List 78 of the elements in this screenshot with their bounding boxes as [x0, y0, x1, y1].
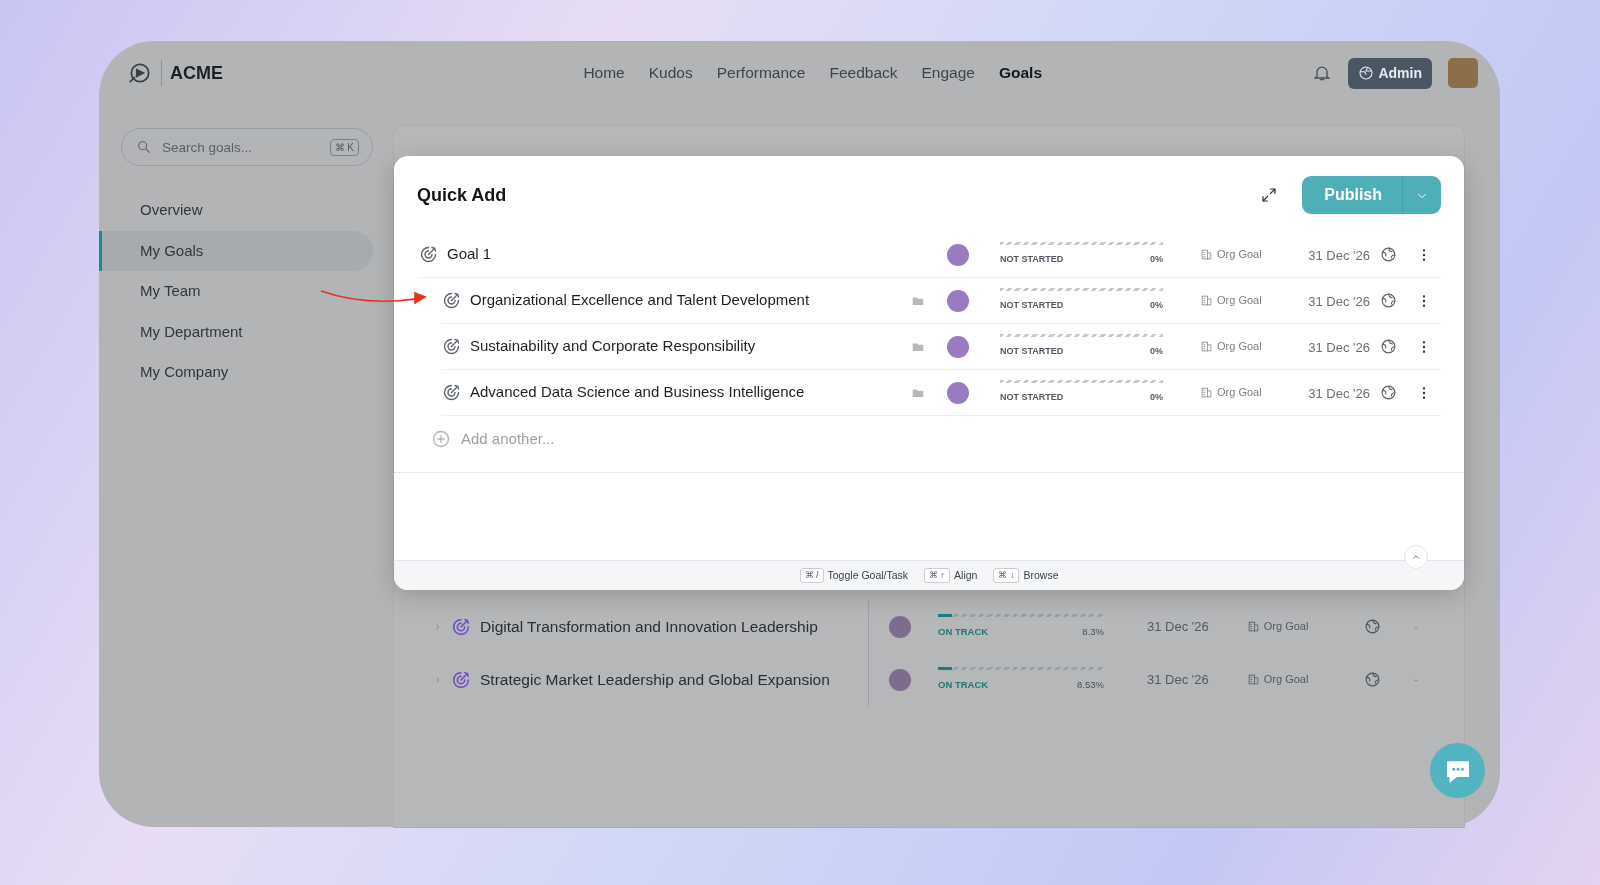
avatar: [947, 381, 969, 404]
building-icon: [1200, 294, 1213, 307]
building-icon: [1246, 620, 1260, 633]
progress-percent: 0%: [1150, 253, 1163, 267]
due-date[interactable]: 31 Dec '26: [1308, 385, 1370, 401]
globe-icon[interactable]: [1379, 384, 1397, 401]
building-icon: [1200, 248, 1213, 261]
nav-link[interactable]: Goals: [998, 61, 1043, 85]
sidebar-item[interactable]: My Company: [99, 352, 373, 393]
goal-type: Org Goal: [1217, 247, 1262, 263]
progress-percent: 8.53%: [1077, 677, 1104, 692]
due-date: 31 Dec '26: [1147, 670, 1209, 689]
goal-type: Org Goal: [1217, 293, 1262, 309]
avatar: [889, 615, 911, 638]
status-label: ON TRACK: [938, 677, 989, 692]
globe-icon[interactable]: [1364, 618, 1382, 635]
avatar: [947, 335, 969, 358]
due-date[interactable]: 31 Dec '26: [1308, 339, 1370, 355]
shortcut-key: ⌘ ↓: [993, 567, 1020, 584]
progress-percent: 0%: [1150, 345, 1163, 359]
dialog-title: Quick Add: [417, 183, 507, 207]
goal-title[interactable]: Sustainability and Corporate Responsibility: [470, 335, 756, 358]
goal-title[interactable]: Strategic Market Leadership and Global Expansion: [480, 667, 830, 692]
status-label: NOT STARTED: [1000, 391, 1064, 405]
progress-percent: 8.3%: [1082, 624, 1104, 639]
goal-title[interactable]: Goal 1: [447, 243, 492, 266]
building-icon: [1200, 340, 1213, 353]
sidebar-item[interactable]: My Team: [99, 271, 373, 312]
goal-title[interactable]: Advanced Data Science and Business Intelligence: [470, 381, 805, 404]
search-icon: [136, 139, 152, 155]
goal-type: Org Goal: [1217, 339, 1262, 355]
avatar: [947, 289, 969, 312]
building-icon: [1200, 386, 1213, 399]
due-date: 31 Dec '26: [1147, 617, 1209, 636]
status-label: NOT STARTED: [1000, 345, 1064, 359]
goal-type: Org Goal: [1263, 619, 1309, 635]
nav-link[interactable]: Engage: [921, 61, 975, 85]
sidebar-item[interactable]: Overview: [99, 190, 373, 231]
globe-icon[interactable]: [1379, 338, 1397, 355]
globe-icon[interactable]: [1379, 292, 1397, 309]
shortcut-label: Align: [954, 567, 978, 583]
brand-name: ACME: [170, 61, 223, 85]
nav-link[interactable]: Kudos: [648, 61, 693, 85]
shortcut-label: Browse: [1023, 567, 1059, 583]
avatar: [889, 668, 911, 691]
progress-percent: 0%: [1150, 299, 1163, 313]
sidebar-item[interactable]: My Department: [99, 311, 373, 352]
goal-title[interactable]: Digital Transformation and Innovation Leadership: [480, 614, 818, 639]
target-icon: [441, 290, 462, 311]
building-icon: [1246, 673, 1260, 686]
due-date[interactable]: 31 Dec '26: [1308, 247, 1370, 263]
admin-button[interactable]: Admin: [1348, 57, 1432, 89]
target-icon: [418, 244, 439, 265]
globe-icon: [1358, 65, 1375, 81]
nav-link[interactable]: Feedback: [829, 61, 898, 85]
sidebar-item[interactable]: My Goals: [99, 230, 373, 271]
avatar: [947, 243, 969, 266]
status-label: ON TRACK: [938, 624, 989, 639]
globe-icon[interactable]: [1379, 246, 1397, 263]
shortcut-key: ⌘ ↑: [924, 567, 951, 584]
status-label: NOT STARTED: [1000, 253, 1064, 267]
goal-title[interactable]: Organizational Excellence and Talent Development: [470, 289, 810, 312]
status-label: NOT STARTED: [1000, 299, 1064, 313]
goal-type: Org Goal: [1263, 672, 1309, 688]
target-icon: [441, 336, 462, 357]
due-date[interactable]: 31 Dec '26: [1308, 293, 1370, 309]
nav-link[interactable]: Performance: [716, 61, 806, 85]
plus-icon[interactable]: [431, 429, 451, 449]
expand-icon[interactable]: [1260, 186, 1279, 204]
shortcut-label: Toggle Goal/Task: [827, 567, 909, 583]
chevron-up-icon: [1411, 552, 1421, 562]
shortcut-key: ⌘ K: [329, 139, 359, 156]
nav-link[interactable]: Home: [583, 61, 625, 85]
target-icon: [441, 382, 462, 403]
goal-type: Org Goal: [1217, 385, 1262, 401]
progress-percent: 0%: [1150, 391, 1163, 405]
shortcut-key: ⌘ /: [799, 567, 824, 584]
globe-icon[interactable]: [1364, 671, 1382, 688]
